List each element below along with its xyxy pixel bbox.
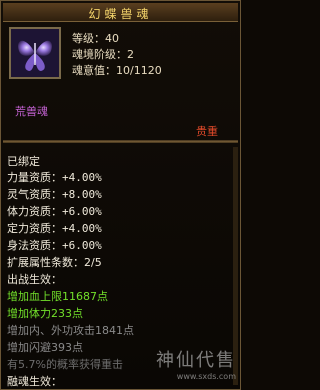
soul-will-stat: 魂意值：10/1120 [72,64,162,77]
fusion-effect-header: 融魂生效： [7,375,62,388]
bound-status: 已绑定 [7,155,40,168]
aptitude-agility: 身法资质：+6.00% [7,239,102,252]
realm-rank-stat: 魂境阶级：2 [72,48,134,61]
aptitude-spirit: 灵气资质：+8.00% [7,188,102,201]
watermark: 神仙代售 www.sxds.com [156,346,236,381]
battle-effect-header: 出战生效： [7,273,62,286]
battle-effect-stamina: 增加体力233点 [7,307,83,320]
aptitude-strength: 力量资质：+4.00% [7,171,102,184]
tooltip-title-bar: 幻蝶兽魂 [3,3,238,22]
battle-effect-hp: 增加血上限11687点 [7,290,108,303]
battle-effect-dodge: 增加闪避393点 [7,341,83,354]
section-divider [3,140,238,143]
extra-attr-count: 扩展属性条数：2/5 [7,256,102,269]
item-tooltip: 幻蝶兽魂 等级：40 魂境阶级：2 魂意值：10/1120 荒兽魂 贵重 已绑定… [0,0,241,390]
aptitude-focus: 定力资质：+4.00% [7,222,102,235]
battle-effect-attack: 增加内、外功攻击1841点 [7,324,134,337]
butterfly-soul-icon [9,27,61,79]
watermark-name: 神仙代售 [156,350,236,371]
level-stat: 等级：40 [72,32,119,45]
item-title: 幻蝶兽魂 [88,7,153,21]
watermark-url: www.sxds.com [176,372,236,381]
battle-effect-crit: 有5.7%的概率获得重击 [7,358,123,371]
aptitude-stamina: 体力资质：+6.00% [7,205,102,218]
item-type-name: 荒兽魂 [15,105,48,118]
item-quality: 贵重 [196,125,218,138]
